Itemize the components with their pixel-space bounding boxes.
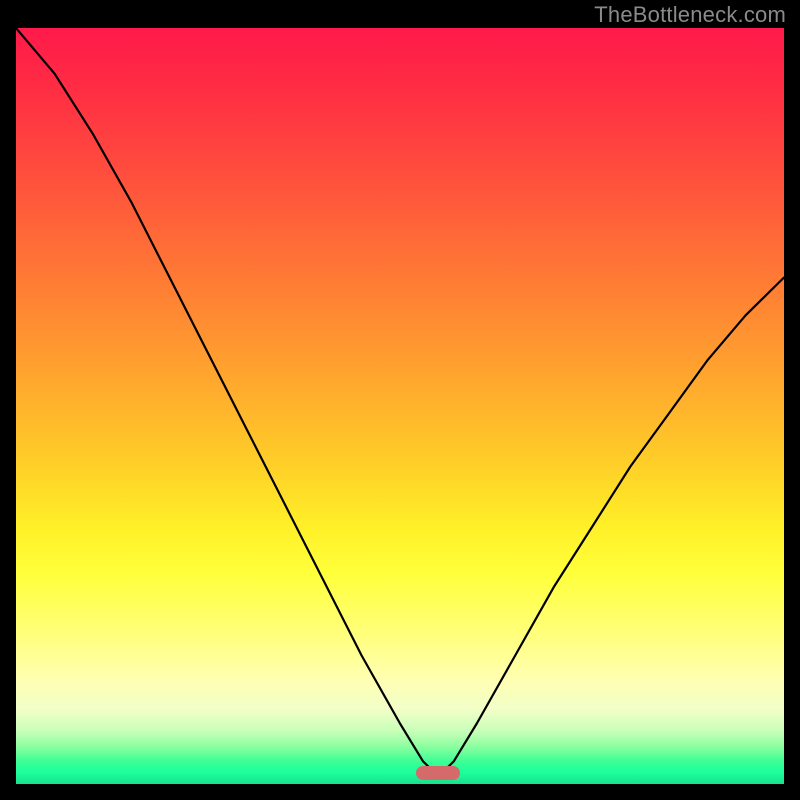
chart-plot-area: [16, 28, 784, 784]
bottleneck-curve-line: [16, 28, 784, 776]
optimum-marker: [416, 766, 460, 780]
page-root: TheBottleneck.com: [0, 0, 800, 800]
chart-curve-layer: [16, 28, 784, 784]
watermark-text: TheBottleneck.com: [594, 2, 786, 28]
chart-container: [16, 28, 784, 784]
